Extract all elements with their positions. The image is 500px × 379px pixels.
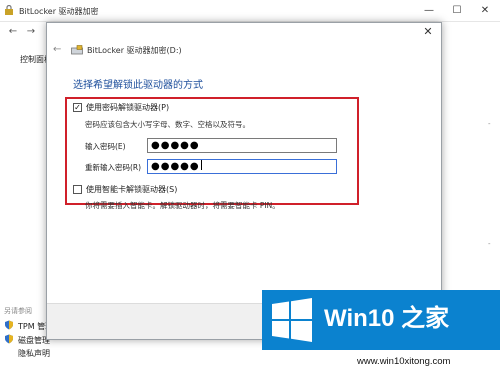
drive-icon xyxy=(71,45,83,55)
text-caret xyxy=(200,160,202,170)
reenter-password-field[interactable]: ●●●●● xyxy=(147,159,337,174)
minimize-button[interactable]: — xyxy=(415,3,443,19)
password-unlock-option[interactable]: ✓ 使用密码解锁驱动器(P) xyxy=(73,102,273,114)
see-also-disk-management-link[interactable]: 磁盘管理 xyxy=(4,334,50,346)
watermark-url: www.win10xitong.com xyxy=(357,356,451,367)
enter-password-label: 输入密码(E) xyxy=(85,142,126,151)
nav-back-button[interactable]: ← xyxy=(6,25,20,39)
right-edge-text: - xyxy=(488,240,491,248)
maximize-button[interactable]: ☐ xyxy=(443,3,471,19)
password-hint: 密码应该包含大小写字母、数字、空格以及符号。 xyxy=(85,120,250,129)
dialog-title: BitLocker 驱动器加密(D:) xyxy=(87,46,182,55)
shield-icon xyxy=(5,334,13,344)
dialog-close-button[interactable]: ✕ xyxy=(421,25,435,39)
dialog-back-button[interactable]: ← xyxy=(53,44,65,56)
enter-password-field[interactable]: ●●●●● xyxy=(147,138,337,153)
window-close-button[interactable]: ✕ xyxy=(471,3,499,19)
see-also-title: 另请参阅 xyxy=(4,307,32,315)
smartcard-checkbox[interactable] xyxy=(73,185,82,194)
nav-forward-button[interactable]: → xyxy=(24,25,38,39)
watermark-brand: Win10 之家 xyxy=(324,305,450,332)
right-edge-text: - xyxy=(488,120,491,128)
password-checkbox[interactable]: ✓ xyxy=(73,103,82,112)
see-also-privacy-link[interactable]: 隐私声明 xyxy=(18,348,50,360)
shield-icon xyxy=(5,320,13,330)
dialog-heading: 选择希望解锁此驱动器的方式 xyxy=(73,80,203,91)
bitlocker-app-icon xyxy=(5,5,13,15)
window-title: BitLocker 驱动器加密 xyxy=(19,7,99,16)
reenter-password-label: 重新输入密码(R) xyxy=(85,163,142,172)
reenter-password-value: ●●●●● xyxy=(151,161,200,172)
windows-logo-icon xyxy=(272,298,312,342)
smartcard-unlock-option[interactable]: 使用智能卡解锁驱动器(S) xyxy=(73,184,273,196)
password-option-label: 使用密码解锁驱动器(P) xyxy=(86,103,170,112)
enter-password-value: ●●●●● xyxy=(151,140,200,151)
see-also-item-label: 隐私声明 xyxy=(18,349,50,358)
smartcard-hint: 你将需要插入智能卡。解锁驱动器时，将需要智能卡 PIN。 xyxy=(85,201,280,210)
window-titlebar: BitLocker 驱动器加密 — ☐ ✕ xyxy=(0,0,500,22)
smartcard-option-label: 使用智能卡解锁驱动器(S) xyxy=(86,185,178,194)
